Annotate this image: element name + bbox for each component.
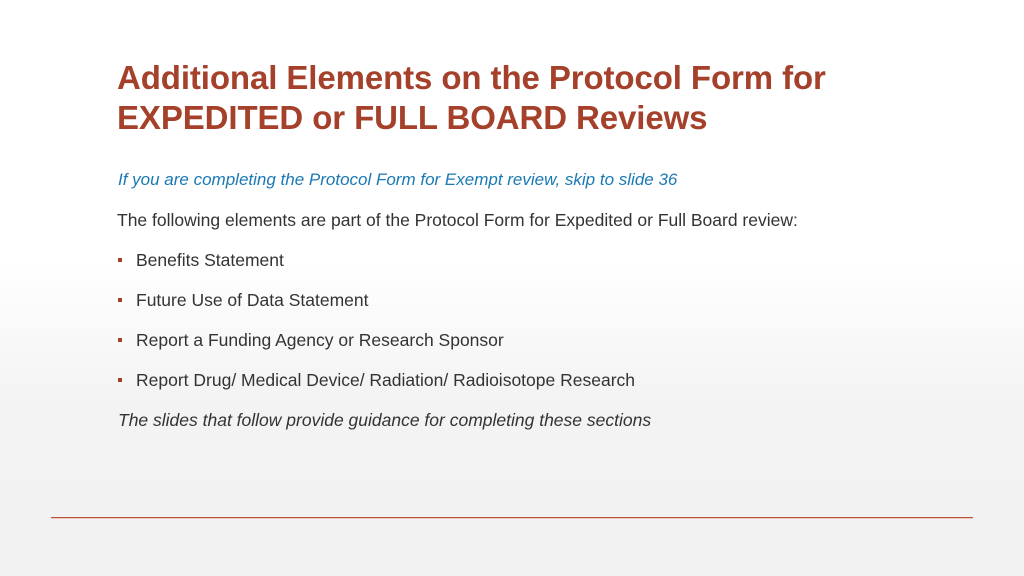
list-item: Report Drug/ Medical Device/ Radiation/ … [117, 370, 635, 410]
list-item: Report a Funding Agency or Research Spon… [117, 330, 635, 370]
footer-divider [51, 517, 973, 519]
square-bullet-icon [118, 298, 122, 302]
slide-title-line-2: EXPEDITED or FULL BOARD Reviews [117, 99, 708, 136]
closing-note: The slides that follow provide guidance … [118, 410, 652, 430]
list-item: Future Use of Data Statement [117, 290, 635, 330]
list-item-text: Report a Funding Agency or Research Spon… [136, 330, 504, 350]
list-item-text: Report Drug/ Medical Device/ Radiation/ … [136, 370, 635, 390]
slide: Additional Elements on the Protocol Form… [0, 0, 1024, 576]
exempt-review-note: If you are completing the Protocol Form … [118, 170, 678, 189]
square-bullet-icon [118, 378, 122, 382]
list-item: Benefits Statement [117, 250, 635, 290]
square-bullet-icon [118, 338, 122, 342]
list-item-text: Benefits Statement [136, 250, 284, 270]
slide-title: Additional Elements on the Protocol Form… [117, 58, 826, 138]
elements-list: Benefits Statement Future Use of Data St… [117, 250, 635, 410]
slide-title-line-1: Additional Elements on the Protocol Form… [117, 59, 826, 96]
list-item-text: Future Use of Data Statement [136, 290, 369, 310]
intro-text: The following elements are part of the P… [117, 210, 798, 230]
square-bullet-icon [118, 258, 122, 262]
